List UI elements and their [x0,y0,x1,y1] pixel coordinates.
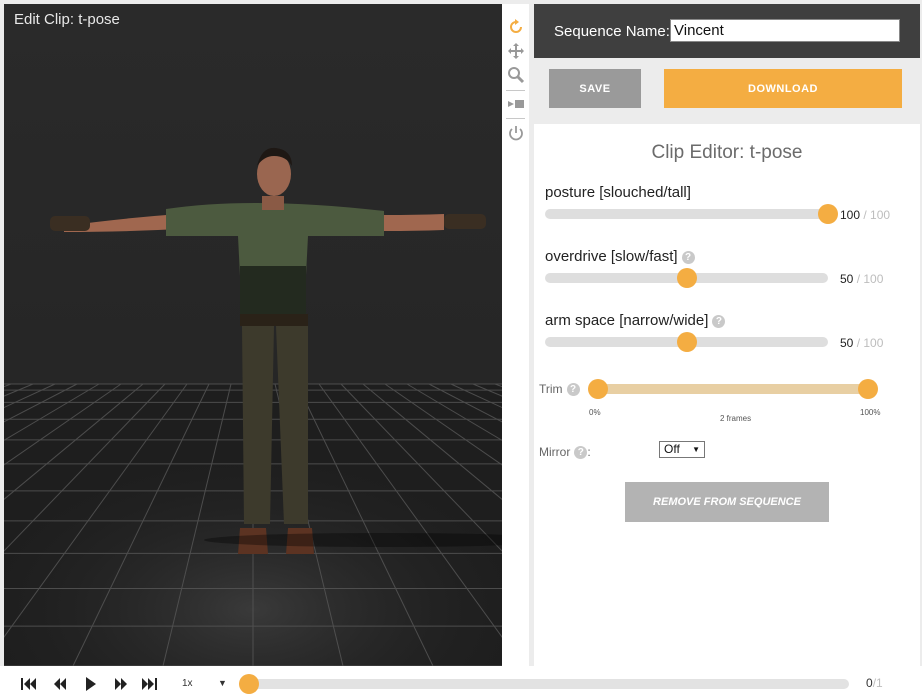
trim-end-thumb[interactable] [858,379,878,399]
skip-to-end-icon[interactable] [140,675,158,693]
remove-from-sequence-button[interactable]: REMOVE FROM SEQUENCE [625,482,829,522]
mirror-value: Off [664,442,680,456]
app-root: Edit Clip: t-pose Sequence Name: SAVE DO… [0,0,922,700]
mirror-label: Mirror?: [539,445,591,460]
value-max: / 100 [856,272,884,286]
help-icon[interactable]: ? [681,250,695,264]
sequence-name-input[interactable] [670,19,900,42]
timeline-scrubber[interactable] [239,674,849,694]
camera-icon[interactable] [505,93,526,114]
mirror-select[interactable]: Off ▼ [659,441,705,458]
view-toolbar [502,4,529,666]
sequence-bar: Sequence Name: [534,4,920,58]
reset-icon[interactable] [505,16,526,37]
value-current: 50 [840,336,854,350]
slider-thumb[interactable] [676,268,697,288]
value-current: 50 [840,272,854,286]
save-button[interactable]: SAVE [549,69,641,108]
overdrive-value: 50 / 100 [840,272,883,286]
trim-frames-label: 2 frames [720,414,752,423]
posture-slider[interactable] [545,204,838,224]
param-label-posture: posture [slouched/tall] [545,184,691,201]
download-button[interactable]: DOWNLOAD [664,69,902,108]
fast-forward-icon[interactable] [112,675,130,693]
trim-label-text: Trim [539,382,563,396]
playback-bar: 1x ▼ 0/1 [0,666,922,700]
mirror-label-text: Mirror [539,445,571,459]
help-icon[interactable]: ? [574,446,588,460]
value-max: / 100 [863,208,891,222]
action-buttons: SAVE DOWNLOAD [534,58,920,124]
timeline-thumb[interactable] [239,674,259,694]
posture-value: 100 / 100 [840,208,890,222]
arm-space-slider[interactable] [545,332,828,352]
move-icon[interactable] [505,40,526,61]
zoom-icon[interactable] [505,64,526,85]
trim-range-slider[interactable] [588,379,878,399]
trim-start-thumb[interactable] [588,379,608,399]
value-max: / 100 [856,336,884,350]
trim-label: Trim? [539,382,580,397]
chevron-down-icon: ▼ [692,445,700,454]
total-frames: /1 [872,676,883,690]
trim-start-label: 0% [589,408,601,417]
param-label-arm-space: arm space [narrow/wide]? [545,312,726,329]
help-icon[interactable]: ? [712,314,726,328]
skip-to-start-icon[interactable] [20,675,38,693]
help-icon[interactable]: ? [566,383,580,397]
clip-editor-title: Clip Editor: t-pose [651,142,803,163]
param-label-text: overdrive [slow/fast] [545,248,678,265]
rewind-icon[interactable] [51,675,69,693]
playback-speed[interactable]: 1x [182,678,193,689]
value-current: 100 [840,208,861,222]
overdrive-slider[interactable] [545,268,828,288]
param-label-text: arm space [narrow/wide] [545,312,709,329]
power-icon[interactable] [505,122,526,143]
frame-counter: 0/1 [866,676,883,690]
play-icon[interactable] [82,675,100,693]
viewport-title: Edit Clip: t-pose [14,11,120,28]
viewport-3d[interactable]: Edit Clip: t-pose [4,4,502,666]
toolbar-divider [506,90,525,91]
floor-grid [4,147,502,666]
current-frame: 0 [866,676,873,690]
mirror-label-suffix: : [587,445,591,459]
param-label-overdrive: overdrive [slow/fast]? [545,248,695,265]
toolbar-divider [506,118,525,119]
slider-thumb[interactable] [676,332,697,352]
speed-dropdown-icon[interactable]: ▼ [218,678,227,688]
slider-thumb[interactable] [818,204,838,224]
arm-space-value: 50 / 100 [840,336,883,350]
sequence-name-label: Sequence Name: [554,23,670,40]
param-label-text: posture [slouched/tall] [545,184,691,201]
trim-end-label: 100% [860,408,881,417]
clip-editor-panel: Sequence Name: SAVE DOWNLOAD Clip Editor… [534,4,920,666]
